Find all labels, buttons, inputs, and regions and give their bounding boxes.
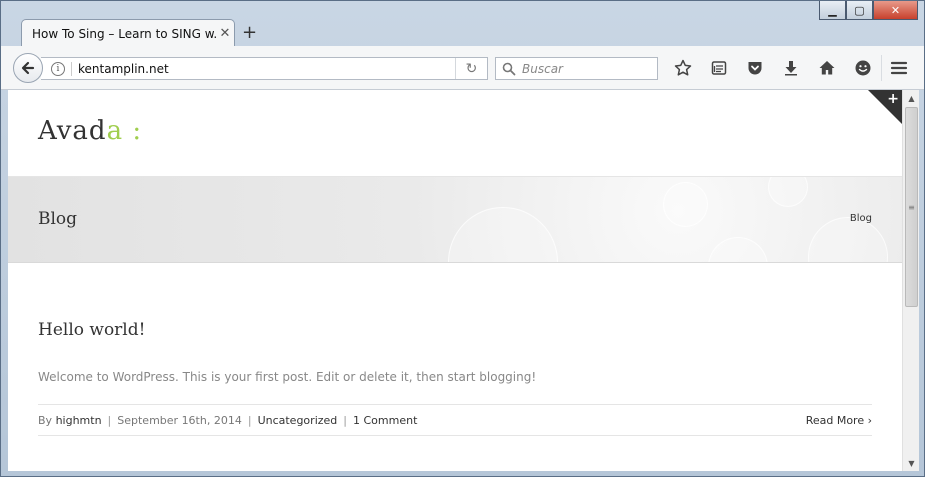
blog-post: Hello world! Welcome to WordPress. This … <box>38 320 872 436</box>
post-excerpt: Welcome to WordPress. This is your first… <box>38 370 537 384</box>
close-window-button[interactable]: ✕ <box>873 1 918 20</box>
toolbar-icons <box>665 55 881 81</box>
by-label: By <box>38 413 53 427</box>
breadcrumb[interactable]: Blog <box>850 213 872 224</box>
scroll-thumb[interactable]: ≡ <box>905 107 918 307</box>
navigation-toolbar: i kentamplin.net ↻ Buscar <box>1 46 924 90</box>
scroll-down-icon[interactable]: ▼ <box>903 455 920 471</box>
browser-tab[interactable]: How To Sing – Learn to SING w... ✕ <box>21 19 235 47</box>
hamburger-menu-icon[interactable] <box>881 55 915 81</box>
meta-separator: | <box>247 413 252 427</box>
page-title-bar: Blog Blog <box>8 177 902 263</box>
url-bar[interactable]: i kentamplin.net ↻ <box>41 57 488 80</box>
decorative-bubble <box>663 182 708 227</box>
author-link[interactable]: highmtn <box>56 414 102 427</box>
url-text[interactable]: kentamplin.net <box>78 62 455 76</box>
decorative-bubble <box>768 177 808 207</box>
site-info-icon[interactable]: i <box>51 61 65 76</box>
vertical-scrollbar[interactable]: ▲ ≡ ▼ <box>902 90 919 471</box>
search-placeholder: Buscar <box>522 61 563 76</box>
browser-window: ▁ ▢ ✕ How To Sing – Learn to SING w... ✕… <box>0 0 925 477</box>
back-arrow-icon <box>21 61 35 75</box>
read-more-label: Read More <box>805 413 865 427</box>
category-link[interactable]: Uncategorized <box>258 414 338 427</box>
comments-link[interactable]: 1 Comment <box>353 414 417 427</box>
download-icon[interactable] <box>773 55 809 81</box>
decorative-bubble <box>448 207 558 262</box>
page-title: Blog <box>38 209 78 229</box>
tab-close-icon[interactable]: ✕ <box>216 26 234 41</box>
reload-icon[interactable]: ↻ <box>455 58 487 79</box>
logo-accent-letter: a <box>106 116 124 146</box>
page-content: Avada : + Blog Blog Hello world! Welcome… <box>8 90 902 471</box>
plus-icon[interactable]: + <box>887 91 899 107</box>
site-logo[interactable]: Avada : <box>38 116 142 146</box>
meta-separator: | <box>107 413 112 427</box>
meta-separator: | <box>343 413 347 427</box>
decorative-bubble <box>808 217 888 262</box>
smiley-feedback-icon[interactable] <box>845 55 881 81</box>
url-divider <box>71 61 72 76</box>
new-tab-button[interactable]: + <box>242 22 257 43</box>
decorative-bubble <box>708 237 768 262</box>
search-bar[interactable]: Buscar <box>495 57 658 80</box>
maximize-button[interactable]: ▢ <box>846 1 873 20</box>
read-more-link[interactable]: Read More › <box>806 414 872 427</box>
search-icon <box>502 62 516 75</box>
scroll-up-icon[interactable]: ▲ <box>903 90 920 106</box>
back-button[interactable] <box>13 53 43 83</box>
logo-dots: : <box>132 116 143 146</box>
minimize-button[interactable]: ▁ <box>819 1 846 20</box>
reading-list-icon[interactable] <box>701 55 737 81</box>
site-header: Avada : + <box>8 90 902 177</box>
tab-title: How To Sing – Learn to SING w... <box>32 26 216 41</box>
post-meta: By highmtn | September 16th, 2014 | Unca… <box>38 404 872 436</box>
chevron-right-icon: › <box>867 413 872 427</box>
window-caption-buttons: ▁ ▢ ✕ <box>819 1 918 20</box>
post-date: September 16th, 2014 <box>117 413 242 427</box>
pocket-icon[interactable] <box>737 55 773 81</box>
home-icon[interactable] <box>809 55 845 81</box>
post-title[interactable]: Hello world! <box>38 320 872 340</box>
logo-text: Avad <box>38 116 107 146</box>
bookmark-star-icon[interactable] <box>665 55 701 81</box>
